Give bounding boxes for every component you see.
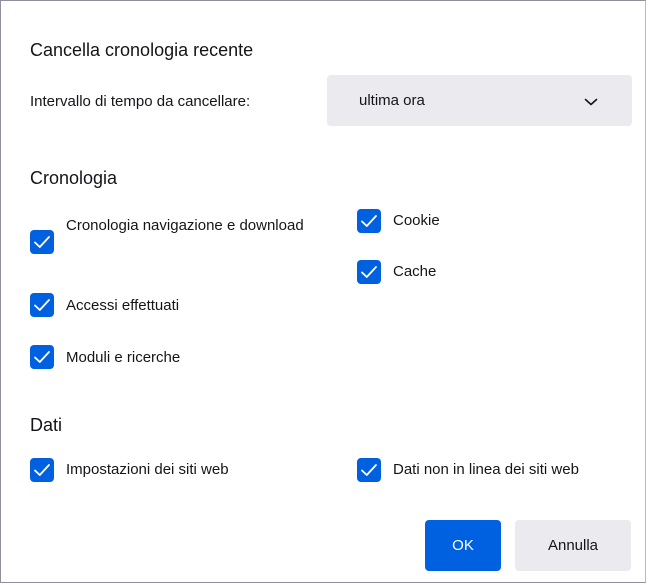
section-title-data: Dati: [30, 415, 63, 435]
time-range-value: ultima ora: [359, 92, 425, 109]
chevron-down-icon: [584, 94, 598, 106]
checkmark-icon[interactable]: [30, 293, 54, 317]
checkmark-icon[interactable]: [30, 458, 54, 482]
checkmark-icon[interactable]: [357, 458, 381, 482]
cancel-button[interactable]: Annulla: [515, 520, 631, 571]
clear-history-dialog: Cancella cronologia recente Intervallo d…: [0, 0, 646, 583]
checkbox-label-offline-data: Dati non in linea dei siti web: [393, 461, 579, 478]
checkbox-label-forms-search: Moduli e ricerche: [66, 349, 181, 366]
checkbox-label-browsing-history: Cronologia navigazione e download: [66, 217, 304, 234]
dialog-title: Cancella cronologia recente: [30, 40, 254, 60]
checkbox-label-logins: Accessi effettuati: [66, 297, 180, 314]
time-range-label: Intervallo di tempo da cancellare:: [30, 93, 251, 110]
checkmark-icon[interactable]: [357, 260, 381, 284]
checkmark-icon[interactable]: [30, 230, 54, 254]
ok-button[interactable]: OK: [425, 520, 501, 571]
section-title-history: Cronologia: [30, 168, 118, 188]
time-range-select[interactable]: ultima ora: [327, 75, 632, 126]
checkbox-label-cookies: Cookie: [393, 212, 440, 229]
checkbox-label-cache: Cache: [393, 263, 437, 280]
checkbox-label-site-settings: Impostazioni dei siti web: [66, 461, 229, 478]
checkmark-icon[interactable]: [30, 345, 54, 369]
checkmark-icon[interactable]: [357, 209, 381, 233]
